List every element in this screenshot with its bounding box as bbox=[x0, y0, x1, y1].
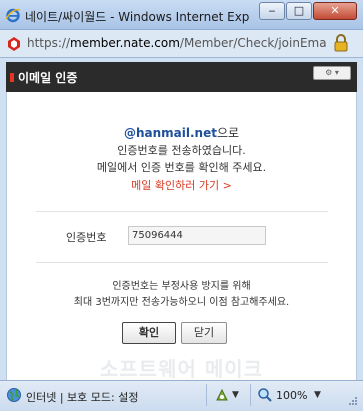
watermark: 소프트웨어 메이크 bbox=[99, 357, 264, 381]
notice-line-2: 최대 3번까지만 전송가능하오니 이점 참고해주세요. bbox=[73, 297, 290, 308]
divider bbox=[36, 211, 328, 212]
url-path: /Member/Check/joinEmailAu bbox=[179, 36, 327, 50]
security-zone-text: 인터넷 | 보호 모드: 설정 bbox=[26, 391, 139, 404]
header-accent-mark bbox=[10, 73, 14, 82]
confirm-button[interactable]: 확인 bbox=[122, 322, 176, 344]
globe-icon bbox=[7, 388, 21, 402]
zoom-icon[interactable] bbox=[257, 387, 273, 403]
verification-code-input[interactable] bbox=[128, 226, 266, 245]
go-check-mail-link[interactable]: 메일 확인하러 가기 > bbox=[6, 177, 357, 193]
internet-explorer-icon bbox=[5, 8, 21, 23]
ssl-lock-icon[interactable] bbox=[333, 34, 349, 52]
divider bbox=[36, 262, 328, 263]
status-separator bbox=[250, 384, 251, 406]
email-address: @hanmail.net bbox=[123, 126, 217, 140]
page-menu-button[interactable]: ⚙ ▾ bbox=[313, 66, 351, 80]
code-label: 인증번호 bbox=[66, 231, 107, 244]
status-separator bbox=[206, 384, 207, 406]
maximize-button[interactable]: □ bbox=[286, 2, 312, 20]
email-line: @hanmail.net으로 bbox=[6, 124, 357, 141]
window-title: 네이트/싸이월드 - Windows Internet Exp... bbox=[25, 10, 250, 24]
zoom-level[interactable]: 100% bbox=[276, 389, 307, 402]
protected-mode-icon[interactable] bbox=[214, 387, 230, 403]
zoom-dropdown[interactable]: ▼ bbox=[314, 390, 321, 400]
nate-site-icon bbox=[8, 37, 20, 51]
check-mail-message: 메일에서 인증 번호를 확인해 주세요. bbox=[96, 161, 267, 174]
close-window-button[interactable]: ✕ bbox=[313, 2, 357, 20]
protected-mode-dropdown[interactable]: ▼ bbox=[232, 390, 239, 400]
close-button[interactable]: 닫기 bbox=[181, 322, 227, 344]
notice-line-1: 인증번호는 부정사용 방지를 위해 bbox=[112, 281, 251, 292]
minimize-button[interactable]: ‒ bbox=[259, 2, 285, 20]
email-suffix: 으로 bbox=[216, 126, 240, 140]
url-scheme: https:// bbox=[27, 36, 71, 50]
url-field[interactable]: https://member.nate.com/Member/Check/joi… bbox=[27, 36, 327, 50]
popup-title: 이메일 인증 bbox=[18, 71, 78, 85]
sent-message: 인증번호를 전송하였습니다. bbox=[117, 144, 246, 157]
resize-grip-icon[interactable] bbox=[348, 396, 358, 406]
url-domain: member.nate.com bbox=[70, 36, 180, 50]
